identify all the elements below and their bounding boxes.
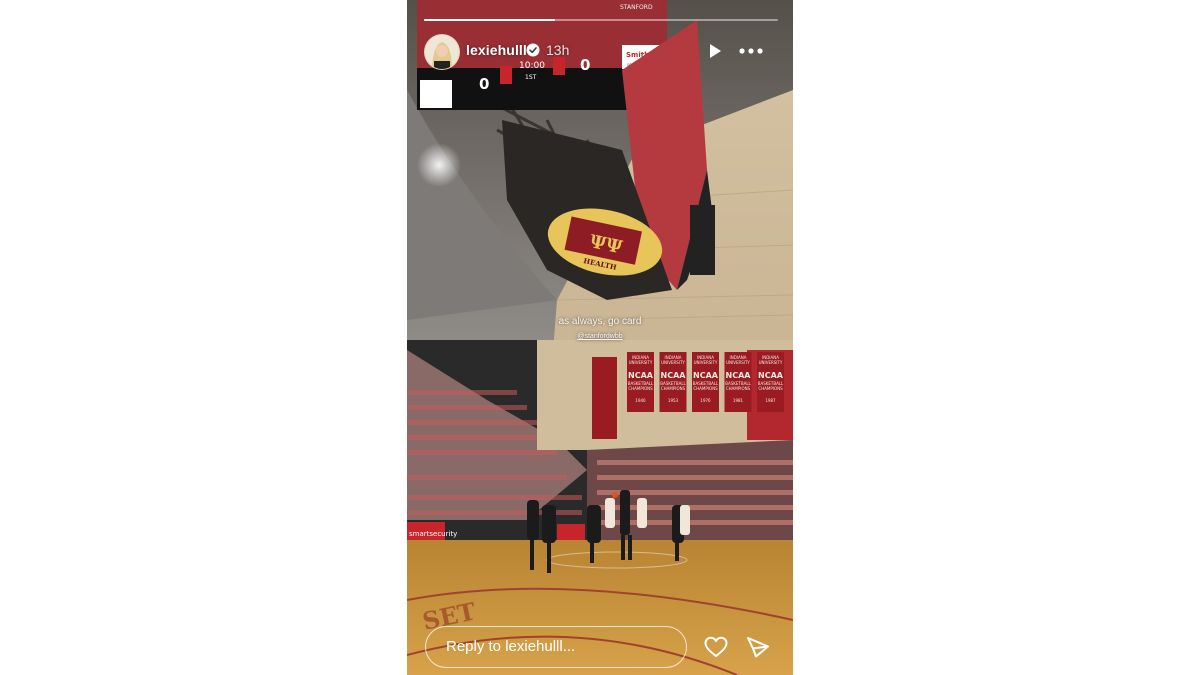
championship-banners: INDIANAUNIVERSITYNCAABASKETBALLCHAMPIONS…: [627, 352, 784, 412]
banner-line4: CHAMPIONS: [628, 386, 653, 391]
more-options-icon[interactable]: [738, 41, 764, 61]
banner-title: NCAA: [693, 371, 719, 380]
story-header: lexiehulll 13h: [422, 33, 778, 70]
banner-line2: UNIVERSITY: [726, 360, 750, 365]
banner-year: 1976: [700, 398, 711, 403]
story-time: 13h: [546, 42, 570, 58]
scoreboard-team: STANFORD: [620, 4, 653, 11]
banner-line4: CHAMPIONS: [726, 386, 751, 391]
banner-line4: CHAMPIONS: [693, 386, 718, 391]
championship-banner: INDIANAUNIVERSITYNCAABASKETBALLCHAMPIONS…: [659, 352, 687, 412]
scoreboard-period: 1ST: [525, 74, 537, 81]
story-viewer: STANFORD 0 0 10:00 1ST Smithville smithv…: [407, 0, 793, 675]
scoreboard-home-score: 0: [479, 75, 489, 93]
banner-line2: UNIVERSITY: [629, 360, 653, 365]
banner-year: 1940: [635, 398, 646, 403]
reply-input[interactable]: Reply to lexiehulll...: [425, 626, 687, 668]
avatar[interactable]: [424, 34, 460, 70]
banner-year: 1987: [765, 398, 776, 403]
banner-line2: UNIVERSITY: [661, 360, 685, 365]
banner-line4: CHAMPIONS: [661, 386, 686, 391]
story-caption: as always, go card: [558, 316, 642, 327]
banner-line2: UNIVERSITY: [759, 360, 783, 365]
banner-line4: CHAMPIONS: [758, 386, 783, 391]
banner-year: 1953: [668, 398, 679, 403]
championship-banner: INDIANAUNIVERSITYNCAABASKETBALLCHAMPIONS…: [692, 352, 719, 412]
story-mention[interactable]: @stanfordwbb: [407, 333, 793, 340]
story-username[interactable]: lexiehulll: [466, 42, 527, 58]
championship-banner: INDIANAUNIVERSITYNCAABASKETBALLCHAMPIONS…: [627, 352, 654, 412]
banner-title: NCAA: [628, 371, 654, 380]
banner-title: NCAA: [758, 371, 784, 380]
arena-light: [417, 143, 461, 187]
banner-title: NCAA: [726, 371, 752, 380]
basketball: [612, 492, 618, 498]
championship-banner: INDIANAUNIVERSITYNCAABASKETBALLCHAMPIONS…: [724, 352, 752, 412]
championship-banner: INDIANAUNIVERSITYNCAABASKETBALLCHAMPIONS…: [757, 352, 784, 412]
send-icon[interactable]: [746, 636, 770, 658]
banner-line2: UNIVERSITY: [694, 360, 718, 365]
banner-title: NCAA: [661, 371, 687, 380]
story-progress-fill: [424, 19, 555, 21]
play-icon[interactable]: [705, 41, 725, 61]
story-progress-bar: [424, 19, 778, 21]
verified-badge-icon: [526, 43, 540, 57]
banner-year: 1981: [733, 398, 744, 403]
courtside-ad: smartsecurity: [409, 530, 457, 538]
heart-icon[interactable]: [704, 636, 728, 658]
